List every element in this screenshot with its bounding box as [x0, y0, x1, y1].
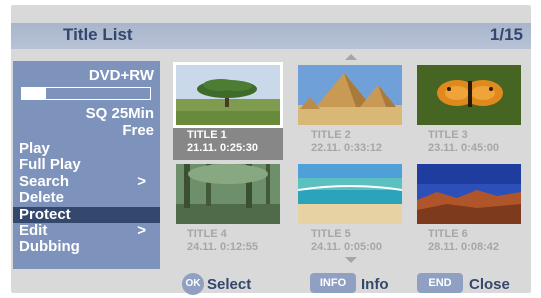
options-menu: Play Full Play Search > Delete Protect E… — [13, 141, 160, 256]
sidebar: DVD+RW SQ 25Min Free Play Full Play Sear… — [13, 61, 160, 269]
title-duration: 0:33:12 — [344, 142, 382, 154]
title-date-duration: 24.11. 0:12:55 — [187, 241, 258, 254]
info-button[interactable]: INFO — [310, 273, 356, 293]
title-date: 28.11. — [428, 241, 458, 253]
title-2-thumbnail[interactable] — [298, 65, 402, 125]
title-date: 24.11. — [187, 241, 217, 253]
submenu-arrow-icon: > — [137, 172, 146, 190]
forest-scene-icon — [176, 164, 280, 224]
capacity-meter-fill — [22, 88, 47, 99]
menu-item-dubbing[interactable]: Dubbing — [13, 239, 160, 255]
title-name: TITLE 5 — [311, 228, 351, 240]
title-bar: Title List 1/15 — [11, 23, 531, 49]
title-date-duration: 24.11. 0:05:00 — [311, 241, 382, 254]
menu-item-search[interactable]: Search > — [13, 172, 160, 190]
title-duration: 0:08:42 — [461, 241, 499, 253]
title-2-caption: TITLE 2 22.11. 0:33:12 — [311, 129, 382, 155]
ok-button[interactable]: OK — [182, 273, 204, 295]
canyon-scene-icon — [417, 164, 521, 224]
title-name: TITLE 3 — [428, 129, 468, 141]
end-button[interactable]: END — [417, 273, 463, 293]
title-duration: 0:05:00 — [344, 241, 382, 253]
butterfly-scene-icon — [417, 65, 521, 125]
scroll-up-icon[interactable] — [345, 54, 357, 60]
menu-item-label: Full Play — [19, 156, 81, 174]
title-1-thumbnail[interactable] — [173, 62, 283, 128]
recording-quality: SQ 25Min — [85, 105, 154, 122]
title-5-thumbnail[interactable] — [298, 164, 402, 224]
menu-item-protect[interactable]: Protect — [13, 205, 160, 223]
menu-item-label: Dubbing — [19, 238, 80, 256]
title-date: 22.11. — [311, 142, 341, 154]
menu-item-full-play[interactable]: Full Play — [13, 157, 160, 173]
menu-item-label: Delete — [19, 189, 65, 207]
page-indicator: 1/15 — [489, 25, 523, 44]
title-date-duration: 28.11. 0:08:42 — [428, 241, 499, 254]
menu-item-delete[interactable]: Delete — [13, 190, 160, 206]
title-duration: 0:45:00 — [461, 142, 499, 154]
title-name: TITLE 6 — [428, 228, 468, 240]
tree-scene-icon — [176, 65, 280, 125]
title-duration: 0:12:55 — [220, 241, 258, 253]
title-date-duration: 21.11. 0:25:30 — [187, 142, 258, 155]
capacity-meter — [21, 87, 151, 100]
close-label: Close — [469, 276, 510, 293]
disc-type-label: DVD+RW — [88, 67, 154, 84]
title-list-panel: Title List 1/15 DVD+RW SQ 25Min Free Pla… — [11, 5, 531, 295]
menu-item-label: Play — [19, 140, 50, 157]
title-date: 24.11. — [311, 241, 341, 253]
screen: Title List 1/15 DVD+RW SQ 25Min Free Pla… — [0, 0, 541, 298]
title-name: TITLE 4 — [187, 228, 227, 240]
menu-item-label: Protect — [19, 205, 71, 223]
title-6-caption: TITLE 6 28.11. 0:08:42 — [428, 228, 499, 254]
menu-item-edit[interactable]: Edit > — [13, 221, 160, 239]
page-title: Title List — [63, 25, 133, 44]
info-label: Info — [361, 276, 389, 293]
title-date: 23.11. — [428, 142, 458, 154]
title-date-duration: 22.11. 0:33:12 — [311, 142, 382, 155]
title-5-caption: TITLE 5 24.11. 0:05:00 — [311, 228, 382, 254]
title-3-caption: TITLE 3 23.11. 0:45:00 — [428, 129, 499, 155]
title-3-thumbnail[interactable] — [417, 65, 521, 125]
title-1-caption: TITLE 1 21.11. 0:25:30 — [187, 129, 258, 155]
menu-item-play[interactable]: Play — [13, 141, 160, 157]
title-6-thumbnail[interactable] — [417, 164, 521, 224]
menu-item-label: Search — [19, 172, 70, 190]
title-duration: 0:25:30 — [220, 142, 258, 154]
title-name: TITLE 1 — [187, 129, 227, 141]
beach-scene-icon — [298, 164, 402, 224]
menu-item-label: Edit — [19, 221, 48, 239]
free-label: Free — [122, 122, 154, 139]
pyramids-scene-icon — [298, 65, 402, 125]
select-label: Select — [207, 276, 252, 293]
scroll-down-icon[interactable] — [345, 257, 357, 263]
title-name: TITLE 2 — [311, 129, 351, 141]
title-date-duration: 23.11. 0:45:00 — [428, 142, 499, 155]
title-4-thumbnail[interactable] — [176, 164, 280, 224]
submenu-arrow-icon: > — [137, 221, 146, 239]
title-date: 21.11. — [187, 142, 217, 154]
title-4-caption: TITLE 4 24.11. 0:12:55 — [187, 228, 258, 254]
